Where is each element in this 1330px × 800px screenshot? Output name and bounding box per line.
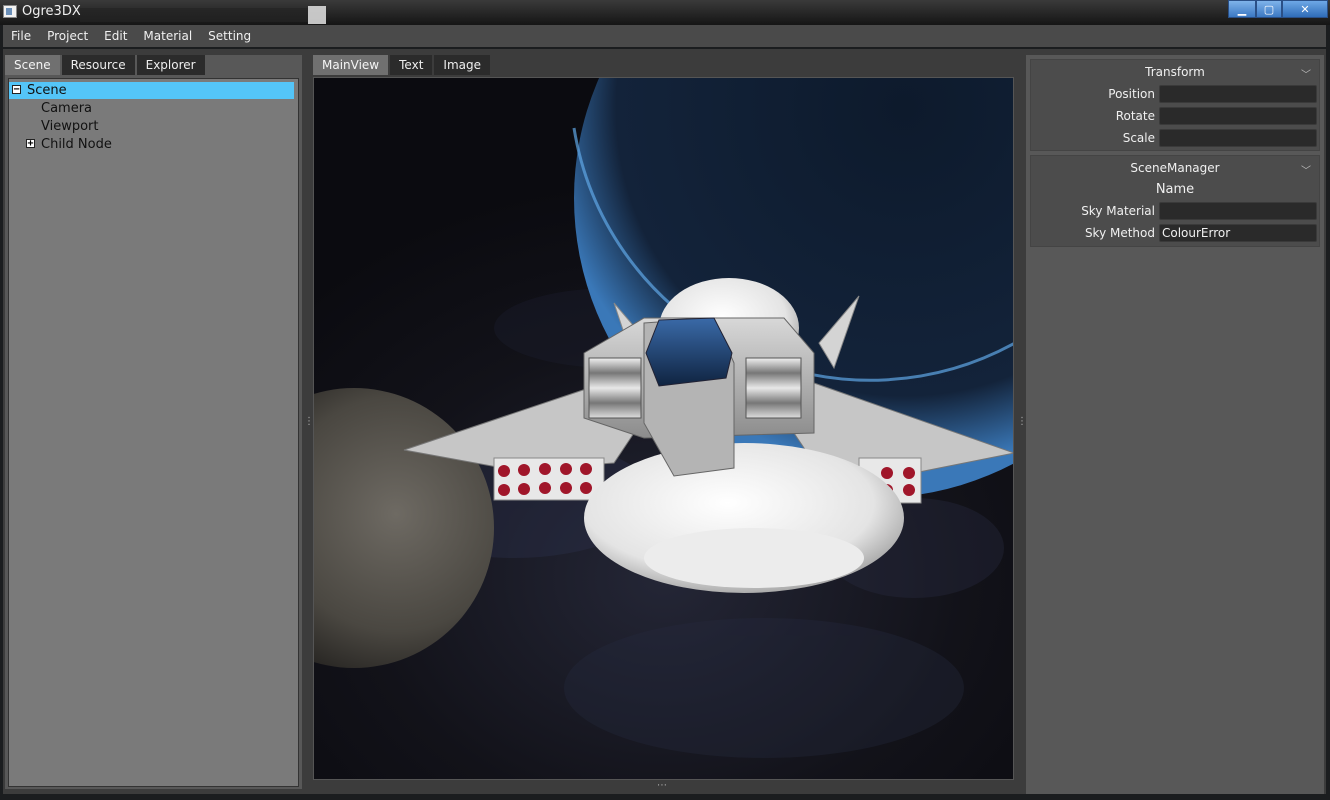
tree-item-viewport[interactable]: Viewport: [41, 118, 241, 135]
maximize-icon: ▢: [1263, 2, 1275, 16]
close-icon: ✕: [1300, 2, 1310, 16]
menu-setting[interactable]: Setting: [200, 29, 259, 43]
tree-item-label: Camera: [41, 101, 93, 116]
menu-material[interactable]: Material: [135, 29, 200, 43]
bottom-splitter-handle[interactable]: ⋯: [657, 780, 667, 791]
chevron-down-icon[interactable]: ﹀: [1301, 66, 1311, 81]
tree-item-label: Scene: [27, 83, 67, 98]
tree-item-scene[interactable]: − Scene: [9, 82, 294, 99]
scenemanager-group: SceneManager ﹀ Name Sky Material Sky Met…: [1030, 155, 1320, 247]
chevron-down-icon[interactable]: ﹀: [1301, 162, 1311, 177]
sky-material-field[interactable]: [1159, 202, 1317, 220]
scene-render: [314, 78, 1013, 758]
app-icon: [3, 5, 17, 18]
maximize-button[interactable]: ▢: [1256, 0, 1282, 18]
scene-tree[interactable]: − Scene Camera Viewport + Child Node: [8, 78, 299, 787]
tree-item-child-node[interactable]: + Child Node: [9, 136, 249, 153]
scale-label: Scale: [1122, 131, 1155, 145]
sky-method-label: Sky Method: [1084, 226, 1155, 240]
collapse-icon[interactable]: −: [12, 85, 21, 95]
minimize-icon: ▁: [1237, 2, 1247, 16]
transform-group: Transform ﹀ Position Rotate Scale: [1030, 59, 1320, 151]
tab-scene[interactable]: Scene: [5, 55, 60, 75]
rotate-field[interactable]: [1159, 107, 1317, 125]
expand-icon[interactable]: +: [26, 139, 35, 149]
left-panel: Scene Resource Explorer − Scene Camera V…: [5, 55, 302, 789]
minimize-button[interactable]: ▁: [1228, 0, 1256, 18]
position-label: Position: [1108, 87, 1155, 101]
tab-explorer[interactable]: Explorer: [136, 55, 205, 75]
title-bar: Ogre3DX ▁ ▢ ✕: [0, 0, 1330, 25]
3d-viewport[interactable]: [313, 77, 1014, 780]
properties-panel: Transform ﹀ Position Rotate Scale SceneM…: [1026, 55, 1324, 794]
background-window-block: [308, 6, 326, 24]
window-title: Ogre3DX: [22, 4, 81, 19]
tree-item-label: Viewport: [41, 119, 99, 134]
background-window-strip: [80, 8, 310, 22]
position-field[interactable]: [1159, 85, 1317, 103]
sky-method-field[interactable]: ColourError: [1159, 224, 1317, 242]
menu-bar: File Project Edit Material Setting: [3, 25, 1326, 47]
close-button[interactable]: ✕: [1282, 0, 1328, 18]
rotate-label: Rotate: [1115, 109, 1155, 123]
transform-title[interactable]: Transform: [1031, 65, 1319, 79]
sky-material-label: Sky Material: [1081, 204, 1155, 218]
tab-resource[interactable]: Resource: [61, 55, 135, 75]
tree-item-camera[interactable]: Camera: [41, 100, 241, 117]
menu-edit[interactable]: Edit: [96, 29, 135, 43]
scenemanager-name: Name: [1155, 182, 1195, 197]
tab-text[interactable]: Text: [390, 55, 433, 75]
tab-mainview[interactable]: MainView: [313, 55, 389, 75]
tab-image[interactable]: Image: [434, 55, 490, 75]
tree-item-label: Child Node: [41, 137, 112, 152]
scale-field[interactable]: [1159, 129, 1317, 147]
menu-project[interactable]: Project: [39, 29, 96, 43]
center-tab-bar: MainView Text Image: [313, 55, 492, 75]
scenemanager-title[interactable]: SceneManager: [1031, 161, 1319, 175]
left-tab-bar: Scene Resource Explorer: [5, 55, 207, 75]
menu-file[interactable]: File: [3, 29, 39, 43]
